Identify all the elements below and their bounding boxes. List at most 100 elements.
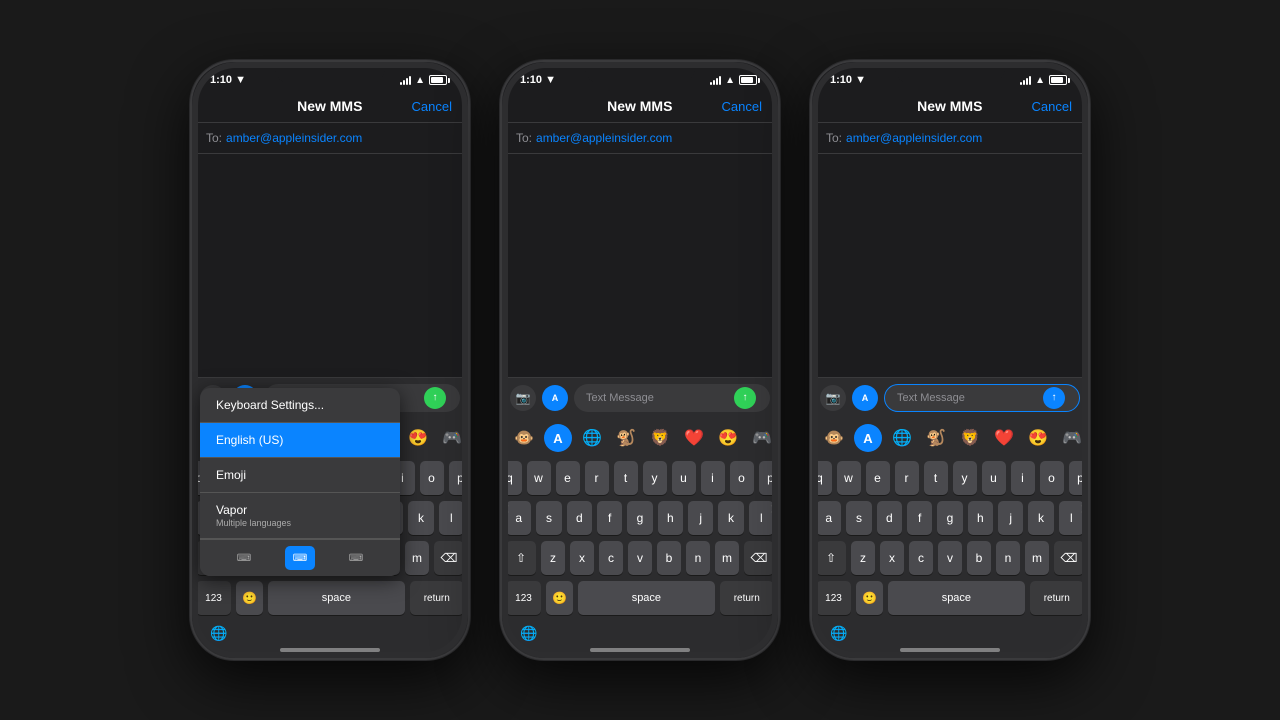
key-num-1[interactable]: 123 [196,581,231,615]
ks-type-compact-1[interactable]: ⌨ [229,546,259,570]
ks-settings-1[interactable]: Keyboard Settings... [200,388,400,423]
key-d-3[interactable]: d [877,501,902,535]
key-e-3[interactable]: e [866,461,890,495]
send-button-2[interactable]: ↑ [734,387,756,409]
emoji-6-2[interactable]: ❤️ [680,424,708,452]
key-s-3[interactable]: s [846,501,871,535]
emoji-5-3[interactable]: 🦁 [956,424,984,452]
key-delete-3[interactable]: ⌫ [1054,541,1084,575]
appstore-button-3[interactable]: A [852,385,878,411]
globe-button-3[interactable]: 🌐 [828,622,850,644]
key-j-3[interactable]: j [998,501,1023,535]
key-g-2[interactable]: g [627,501,652,535]
key-shift-2[interactable]: ⇧ [506,541,536,575]
key-z-3[interactable]: z [851,541,875,575]
key-h-2[interactable]: h [658,501,683,535]
globe-button-2[interactable]: 🌐 [518,622,540,644]
key-m-2[interactable]: m [715,541,739,575]
key-w-3[interactable]: w [837,461,861,495]
key-o-3[interactable]: o [1040,461,1064,495]
key-p-1[interactable]: p [449,461,469,495]
message-input-3[interactable]: Text Message ↑ [884,384,1080,412]
key-q-2[interactable]: q [502,461,522,495]
key-k-2[interactable]: k [718,501,743,535]
key-l-1[interactable]: l [439,501,464,535]
ks-english-1[interactable]: English (US) [200,423,400,458]
key-q-3[interactable]: q [812,461,832,495]
key-delete-2[interactable]: ⌫ [744,541,774,575]
key-k-3[interactable]: k [1028,501,1053,535]
key-return-3[interactable]: return [1030,581,1085,615]
key-s-2[interactable]: s [536,501,561,535]
emoji-1-2[interactable]: 🐵 [510,424,538,452]
key-space-2[interactable]: space [578,581,714,615]
chevron-right-3[interactable]: › [1080,498,1086,519]
send-button-3[interactable]: ↑ [1043,387,1065,409]
key-v-2[interactable]: v [628,541,652,575]
cancel-button-2[interactable]: Cancel [722,99,762,114]
emoji-5-2[interactable]: 🦁 [646,424,674,452]
key-n-3[interactable]: n [996,541,1020,575]
key-emoji-2[interactable]: 🙂 [546,581,573,615]
key-y-2[interactable]: y [643,461,667,495]
key-b-3[interactable]: b [967,541,991,575]
cancel-button-3[interactable]: Cancel [1032,99,1072,114]
emoji-more-1[interactable]: 😍 [404,424,432,452]
key-p-2[interactable]: p [759,461,779,495]
key-i-3[interactable]: i [1011,461,1035,495]
emoji-2-2[interactable]: A [544,424,572,452]
emoji-1-3[interactable]: 🐵 [820,424,848,452]
key-p-3[interactable]: p [1069,461,1089,495]
emoji-4-2[interactable]: 🐒 [612,424,640,452]
appstore-button-2[interactable]: A [542,385,568,411]
emoji-extra-2[interactable]: 🎮 [748,424,776,452]
send-button-1[interactable]: ↑ [424,387,446,409]
key-u-2[interactable]: u [672,461,696,495]
key-r-3[interactable]: r [895,461,919,495]
ks-emoji-1[interactable]: Emoji [200,458,400,493]
key-v-3[interactable]: v [938,541,962,575]
emoji-4-3[interactable]: 🐒 [922,424,950,452]
chevron-left-2[interactable]: ‹ [504,498,510,519]
emoji-extra-1[interactable]: 🎮 [438,424,466,452]
key-c-3[interactable]: c [909,541,933,575]
emoji-extra-3[interactable]: 🎮 [1058,424,1086,452]
key-d-2[interactable]: d [567,501,592,535]
ks-type-split-1[interactable]: ⌨ [341,546,371,570]
key-j-2[interactable]: j [688,501,713,535]
key-a-3[interactable]: a [816,501,841,535]
key-t-2[interactable]: t [614,461,638,495]
key-num-2[interactable]: 123 [506,581,541,615]
key-c-2[interactable]: c [599,541,623,575]
key-g-3[interactable]: g [937,501,962,535]
key-r-2[interactable]: r [585,461,609,495]
camera-button-2[interactable]: 📷 [510,385,536,411]
key-t-3[interactable]: t [924,461,948,495]
key-e-2[interactable]: e [556,461,580,495]
camera-button-3[interactable]: 📷 [820,385,846,411]
key-emoji-1[interactable]: 🙂 [236,581,263,615]
key-h-3[interactable]: h [968,501,993,535]
key-i-2[interactable]: i [701,461,725,495]
key-u-3[interactable]: u [982,461,1006,495]
key-num-3[interactable]: 123 [816,581,851,615]
message-input-2[interactable]: Text Message ↑ [574,384,770,412]
key-o-1[interactable]: o [420,461,444,495]
emoji-3-2[interactable]: 🌐 [578,424,606,452]
key-m-1[interactable]: m [405,541,429,575]
ks-type-default-1[interactable]: ⌨ [285,546,315,570]
emoji-3-3[interactable]: 🌐 [888,424,916,452]
key-b-2[interactable]: b [657,541,681,575]
globe-button-1[interactable]: 🌐 [208,622,230,644]
emoji-2-3[interactable]: A [854,424,882,452]
emoji-6-3[interactable]: ❤️ [990,424,1018,452]
key-z-2[interactable]: z [541,541,565,575]
key-m-3[interactable]: m [1025,541,1049,575]
key-return-2[interactable]: return [720,581,775,615]
key-shift-3[interactable]: ⇧ [816,541,846,575]
key-emoji-3[interactable]: 🙂 [856,581,883,615]
cancel-button-1[interactable]: Cancel [412,99,452,114]
key-k-1[interactable]: k [408,501,433,535]
emoji-7-2[interactable]: 😍 [714,424,742,452]
key-space-3[interactable]: space [888,581,1024,615]
